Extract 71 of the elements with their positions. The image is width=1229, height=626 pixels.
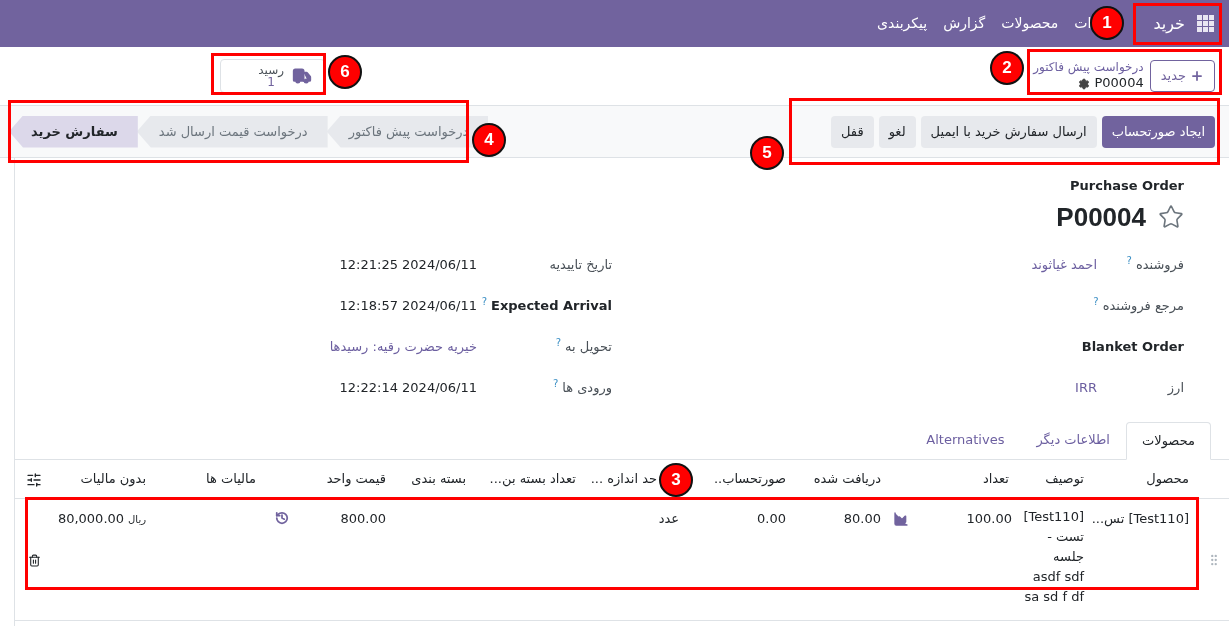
smart-button-count: 1 xyxy=(267,76,275,88)
record-type-label: Purchase Order xyxy=(1069,177,1184,195)
apps-grid-icon xyxy=(1197,14,1215,33)
column-header[interactable]: دریافت شده xyxy=(794,459,889,499)
help-icon[interactable]: ? xyxy=(481,296,487,309)
status-step[interactable]: درخواست قیمت ارسال شد xyxy=(136,115,328,148)
record-title: P00004 xyxy=(1056,200,1146,234)
menu-item[interactable]: پیکربندی xyxy=(877,13,928,34)
field-label: Blanket Order xyxy=(1081,338,1184,357)
step-number-badge: 6 xyxy=(328,55,362,89)
column-header[interactable]: حد اندازه ... xyxy=(590,471,657,486)
field-label: فروشنده xyxy=(1135,256,1184,275)
field-value: 12:22:14 2024/06/11 xyxy=(339,379,477,398)
help-icon[interactable]: ? xyxy=(555,337,562,350)
column-header[interactable]: تعداد xyxy=(954,459,1019,499)
field-label: تاریخ تاییدیه xyxy=(549,256,612,275)
app-menu-button[interactable]: خرید xyxy=(1141,0,1229,47)
table-cell: 800.00 xyxy=(340,511,386,526)
status-step[interactable]: سفارش خرید xyxy=(9,115,138,148)
step-number-badge: 3 xyxy=(659,463,693,497)
tab[interactable]: اطلاعات دیگر xyxy=(1020,420,1126,459)
field-value: 12:18:57 2024/06/11 xyxy=(339,297,477,316)
delete-icon[interactable] xyxy=(27,553,41,567)
field-label: تحویل به xyxy=(565,338,612,357)
action-button[interactable]: لغو xyxy=(878,115,916,148)
record-name: P00004 xyxy=(1094,75,1144,92)
action-button[interactable]: قفل xyxy=(831,115,874,148)
field-label: ورودی ها xyxy=(562,379,612,398)
action-button[interactable]: ارسال سفارش خرید با ایمیل xyxy=(920,115,1097,148)
field-label: Expected Arrival xyxy=(491,297,612,316)
menu-item[interactable]: ات xyxy=(1074,13,1092,34)
action-button[interactable]: ایجاد صورتحساب xyxy=(1101,115,1215,148)
column-header[interactable]: قیمت واحد xyxy=(299,459,394,499)
smart-button-label: رسید xyxy=(258,64,284,76)
help-icon[interactable]: ? xyxy=(1126,255,1132,268)
field-value[interactable]: خیریه حضرت رقیه: رسیدها xyxy=(329,337,477,357)
column-header[interactable]: محصول xyxy=(1094,459,1199,499)
column-header[interactable]: توصیف xyxy=(1019,459,1094,499)
history-icon[interactable] xyxy=(275,511,289,525)
field-label: ارز xyxy=(1167,379,1184,398)
table-cell: 80.00 xyxy=(843,511,881,526)
step-number-badge: 2 xyxy=(990,51,1024,85)
table-cell: [Test110] تس... xyxy=(1091,511,1189,526)
breadcrumb-link[interactable]: درخواست پیش فاکتور xyxy=(1033,60,1144,76)
column-header[interactable]: مالیات ها xyxy=(154,459,264,499)
help-icon[interactable]: ? xyxy=(552,378,559,391)
field-value[interactable]: احمد غیاثوند xyxy=(1031,255,1097,275)
table-cell: 0.00 xyxy=(757,511,786,526)
help-icon[interactable]: ? xyxy=(1093,296,1099,309)
field-label: مرجع فروشنده xyxy=(1102,297,1184,316)
step-number-badge: 5 xyxy=(750,136,784,170)
new-button[interactable]: جدید xyxy=(1149,60,1215,92)
column-header[interactable]: بدون مالیات xyxy=(54,459,154,499)
gear-icon[interactable] xyxy=(1078,77,1091,90)
column-settings-icon[interactable] xyxy=(26,471,42,488)
menu-item[interactable]: محصولات xyxy=(1001,13,1059,34)
plus-icon xyxy=(1190,69,1204,83)
area-chart-icon[interactable] xyxy=(893,511,909,527)
menu-item[interactable]: گزارش xyxy=(943,13,986,34)
table-cell: عدد xyxy=(658,511,679,526)
table-cell: 100.00 xyxy=(966,511,1012,526)
truck-icon xyxy=(292,66,312,86)
table-cell-text: 80,000.00 xyxy=(57,510,125,528)
column-header[interactable]: تعداد بسته بن... xyxy=(474,459,584,499)
tab[interactable]: Alternatives xyxy=(910,420,1021,459)
field-value: 12:21:25 2024/06/11 xyxy=(339,256,477,275)
tab[interactable]: محصولات xyxy=(1126,421,1211,460)
column-header[interactable]: بسته بندی xyxy=(394,459,474,499)
star-icon[interactable] xyxy=(1158,204,1184,230)
currency-symbol: ریال xyxy=(128,513,146,527)
field-value[interactable]: IRR xyxy=(1075,378,1097,398)
